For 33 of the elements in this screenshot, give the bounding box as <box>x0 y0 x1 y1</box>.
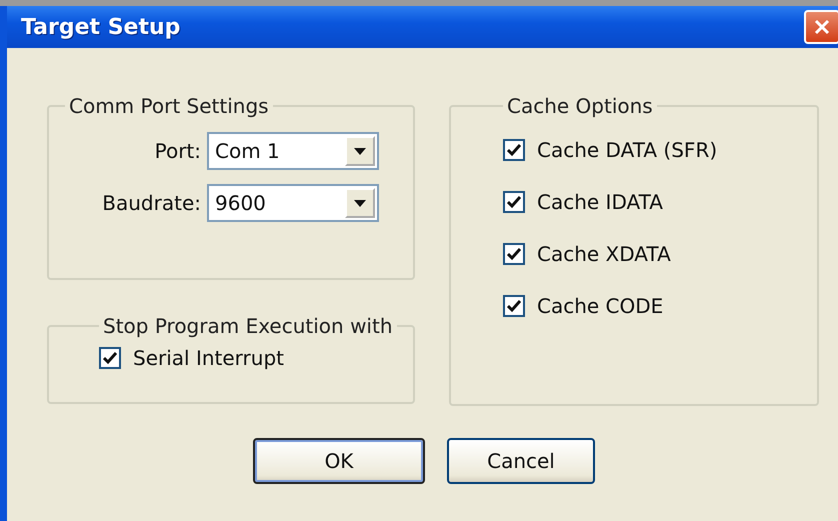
caret-icon <box>354 200 366 206</box>
field-label: Baudrate: <box>102 191 201 215</box>
check-icon <box>507 143 521 157</box>
checkbox[interactable] <box>503 243 525 265</box>
check-icon <box>507 195 521 209</box>
dropdown-value: 9600 <box>215 191 266 215</box>
dropdown-value: Com 1 <box>215 139 280 163</box>
close-icon <box>813 18 831 36</box>
dropdown[interactable]: Com 1 <box>207 132 379 170</box>
check-icon <box>507 247 521 261</box>
checkbox[interactable] <box>503 139 525 161</box>
caret-icon <box>354 148 366 154</box>
group-title: Stop Program Execution with <box>102 314 394 338</box>
check-icon <box>103 351 117 365</box>
dropdown[interactable]: 9600 <box>207 184 379 222</box>
group-title: Cache Options <box>506 94 654 118</box>
checkbox[interactable] <box>503 295 525 317</box>
checkbox-label: Cache XDATA <box>537 242 671 266</box>
cancel-button[interactable]: Cancel <box>447 438 595 484</box>
window-title: Target Setup <box>21 14 180 40</box>
field-label: Port: <box>154 139 201 163</box>
checkbox-label: Cache CODE <box>537 294 664 318</box>
checkbox-label: Serial Interrupt <box>133 346 284 370</box>
check-icon <box>507 299 521 313</box>
ok-button[interactable]: OK <box>253 438 425 484</box>
dropdown-button[interactable] <box>345 136 375 166</box>
checkbox[interactable] <box>503 191 525 213</box>
close-button[interactable] <box>804 10 838 44</box>
group-title: Comm Port Settings <box>68 94 270 118</box>
dropdown-button[interactable] <box>345 188 375 218</box>
checkbox[interactable] <box>99 347 121 369</box>
checkbox-label: Cache DATA (SFR) <box>537 138 718 162</box>
checkbox-label: Cache IDATA <box>537 190 663 214</box>
